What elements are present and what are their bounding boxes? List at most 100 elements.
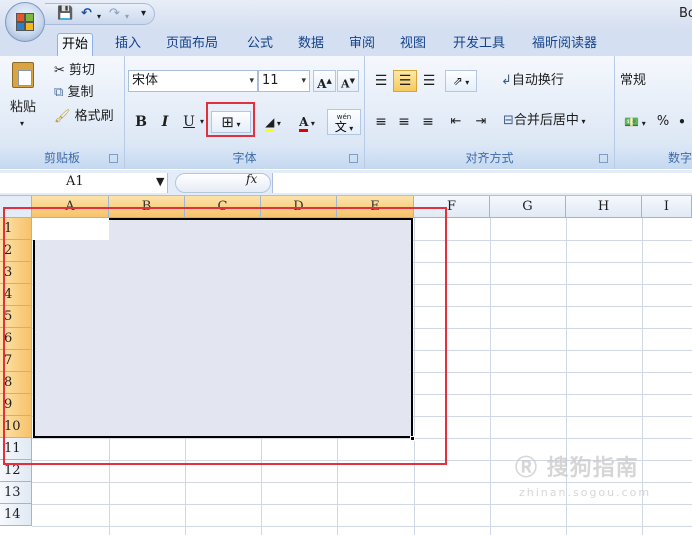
watermark: Ⓡ 搜狗指南 zhinan.sogou.com [515,450,651,499]
font-group-label: 字体 [125,147,364,169]
decrease-indent-button[interactable]: ⇤ [444,111,468,133]
row-header-13[interactable]: 13 [0,482,32,504]
font-name-combo[interactable]: 宋体 ▾ [128,70,258,92]
redo-dropdown-icon[interactable]: ▾ [125,10,129,24]
increase-font-size-button[interactable]: A▲ [313,70,336,92]
paste-icon [12,62,34,88]
quick-access-toolbar: 💾 ↶ ▾ ↷ ▾ ▾ [45,3,155,25]
clipboard-group: 粘贴 ▾ ✂ 剪切 ⧉ 复制 🖌 格式刷 剪贴板 [0,56,125,169]
cut-button[interactable]: ✂ 剪切 [54,63,95,79]
tab-foxit-reader[interactable]: 福昕阅读器 [528,33,601,56]
cut-label: 剪切 [69,63,96,78]
chevron-down-icon[interactable]: ▼ [156,175,164,188]
worksheet-grid: A B C D E F G H I 1 2 3 4 5 6 7 8 9 10 1… [0,196,692,535]
merge-center-button[interactable]: ⊟合并后居中 ▾ [503,113,585,130]
italic-button[interactable]: I [155,111,175,133]
office-button[interactable] [5,2,45,42]
text-orientation-icon: ⇗ [452,74,463,88]
save-icon[interactable]: 💾 [57,7,73,21]
align-top-button[interactable]: ☰ [370,70,392,92]
bold-button[interactable]: B [131,111,151,133]
align-middle-button[interactable]: ☰ [393,70,417,92]
column-header-g[interactable]: G [490,196,566,218]
comma-style-button[interactable]: • [675,111,689,133]
format-painter-button[interactable]: 🖌 格式刷 [54,109,114,125]
chevron-down-icon: ▾ [301,76,306,86]
font-launcher-icon[interactable] [349,154,358,163]
watermark-logo: Ⓡ 搜狗指南 [515,456,639,481]
gridline [32,504,692,505]
copy-label: 复制 [67,85,94,100]
underline-button[interactable]: U [179,111,199,133]
tab-page-layout[interactable]: 页面布局 [162,33,222,56]
undo-icon[interactable]: ↶ [81,7,92,21]
borders-highlight [206,102,255,137]
merge-center-label: 合并后居中 [513,113,579,128]
align-bottom-button[interactable]: ☰ [418,70,440,92]
paint-bucket-icon: ◢ [265,115,275,132]
chevron-down-icon: ▾ [578,117,586,126]
alignment-group: ☰ ☰ ☰ ⇗ ▾ ↲自动换行 ≡ ≡ ≡ ⇤ ⇥ ⊟合并后居中 ▾ 对齐方式 [365,56,615,169]
paste-button[interactable]: 粘贴 ▾ [6,60,44,128]
watermark-url: zhinan.sogou.com [519,486,652,499]
ribbon: 粘贴 ▾ ✂ 剪切 ⧉ 复制 🖌 格式刷 剪贴板 宋体 ▾ 11 ▾ A▲ A▼… [0,56,692,169]
tab-home[interactable]: 开始 [57,33,94,56]
insert-function-button[interactable]: fx [246,172,257,186]
paintbrush-icon: 🖌 [54,109,71,124]
title-bar: 💾 ↶ ▾ ↷ ▾ ▾ Bo [0,0,692,30]
column-header-i[interactable]: I [642,196,692,218]
font-group: 宋体 ▾ 11 ▾ A▲ A▼ B I U ▾ ⊞ ▾ ◢ ▾ A ▾ wén … [125,56,365,169]
font-size-value: 11 [262,73,279,88]
underline-dropdown-icon[interactable]: ▾ [198,111,206,133]
row-header-14[interactable]: 14 [0,504,32,526]
name-box[interactable]: A1 ▼ [0,173,168,193]
formula-input[interactable] [272,173,692,193]
clipboard-launcher-icon[interactable] [109,154,118,163]
format-painter-label: 格式刷 [74,109,114,124]
paste-label: 粘贴 [10,100,37,115]
customize-qat-icon[interactable]: ▾ [141,7,146,21]
number-group: 常规 💵 ▾ % • 数字 [615,56,692,169]
number-group-label: 数字 [615,147,692,169]
align-center-button[interactable]: ≡ [393,111,415,133]
watermark-text: 搜狗指南 [546,456,639,481]
font-color-button[interactable]: A ▾ [290,111,324,133]
copy-button[interactable]: ⧉ 复制 [54,85,93,101]
wrap-text-label: 自动换行 [511,73,564,88]
tab-developer[interactable]: 开发工具 [449,33,509,56]
phonetic-guide-button[interactable]: wén 文 ▾ [327,109,361,135]
wrap-text-button[interactable]: ↲自动换行 [501,73,564,89]
percent-style-button[interactable]: % [653,111,673,133]
column-header-h[interactable]: H [566,196,642,218]
accounting-format-button[interactable]: 💵 ▾ [618,111,652,133]
tab-formulas[interactable]: 公式 [243,33,277,56]
clipboard-group-label: 剪贴板 [0,147,124,169]
increase-indent-button[interactable]: ⇥ [469,111,493,133]
undo-dropdown-icon[interactable]: ▾ [97,10,101,24]
copy-icon: ⧉ [54,85,64,100]
align-right-button[interactable]: ≡ [417,111,439,133]
orientation-button[interactable]: ⇗ ▾ [445,70,477,92]
formula-bar: A1 ▼ fx [0,170,692,196]
alignment-group-label: 对齐方式 [365,147,614,169]
gridline [32,526,692,527]
ribbon-tabs: 开始 插入 页面布局 公式 数据 审阅 视图 开发工具 福昕阅读器 [0,30,692,56]
tab-review[interactable]: 审阅 [345,33,379,56]
name-box-value: A1 [66,174,84,189]
font-name-value: 宋体 [132,73,159,88]
tab-data[interactable]: 数据 [294,33,328,56]
font-color-icon: A [299,115,309,132]
merge-cells-icon: ⊟ [503,113,514,128]
decrease-font-size-button[interactable]: A▼ [337,70,359,92]
number-format-combo[interactable]: 常规 [620,73,646,89]
tab-view[interactable]: 视图 [396,33,430,56]
office-logo-icon [16,13,35,32]
align-left-button[interactable]: ≡ [370,111,392,133]
selection-highlight-frame [3,207,447,465]
redo-icon[interactable]: ↷ [109,7,120,21]
wrap-text-icon: ↲ [501,73,512,88]
tab-insert[interactable]: 插入 [111,33,145,56]
font-size-combo[interactable]: 11 ▾ [258,70,310,92]
fill-color-button[interactable]: ◢ ▾ [258,111,288,133]
alignment-launcher-icon[interactable] [599,154,608,163]
